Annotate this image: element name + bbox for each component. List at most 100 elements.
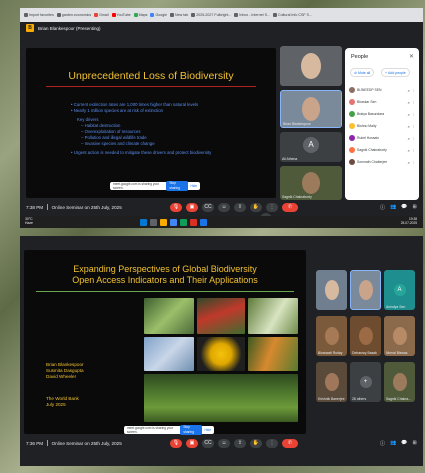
participant-tile[interactable] <box>316 270 347 310</box>
hide-button[interactable]: Hide <box>204 428 211 432</box>
chat-icon[interactable]: 💬 <box>401 440 407 447</box>
avatar <box>349 123 355 129</box>
more-options-icon[interactable]: ⌕ ⋮ <box>408 124 415 129</box>
captions-icon[interactable]: CC <box>202 439 214 448</box>
more-options-icon[interactable]: ⌕ ⋮ <box>408 112 415 117</box>
people-icon[interactable]: 👥 <box>390 204 396 211</box>
mic-off-icon[interactable]: 🎙 <box>170 439 182 448</box>
mic-off-icon: ⊘ <box>354 70 357 75</box>
chat-icon[interactable]: 💬 <box>401 204 407 211</box>
raise-hand-icon[interactable]: ✋ <box>250 203 262 212</box>
more-options-icon[interactable]: ⋮ <box>266 203 278 212</box>
bookmark[interactable]: garden.economics <box>56 13 91 17</box>
participant-name: Bhaswati Roday <box>318 351 343 355</box>
weather-widget[interactable]: 30°C Haze <box>25 217 33 226</box>
info-icon[interactable]: ⓘ <box>380 204 385 211</box>
mic-off-icon[interactable]: 🎙 <box>170 203 182 212</box>
bookmark[interactable]: Gmail <box>94 13 109 17</box>
emoji-icon[interactable]: ☺ <box>218 439 230 448</box>
participant-tile-presenter[interactable] <box>350 270 381 310</box>
participant-tile[interactable]: Sagnik Chakra... <box>384 362 415 402</box>
end-call-button[interactable]: ✆ <box>282 439 298 448</box>
meet-header: B Brian Blankespoor (Presenting) <box>20 22 423 34</box>
more-options-icon[interactable]: ⌕ ⋮ <box>408 100 415 105</box>
end-call-button[interactable]: ✆ <box>282 203 298 212</box>
bookmark[interactable]: Google <box>150 13 167 17</box>
captions-icon[interactable]: CC <box>202 203 214 212</box>
author-list: Brian Blankespoor Susmita Dasgupta David… <box>46 362 84 380</box>
participant-tile-presenter[interactable]: Brian Blankespoor <box>280 90 342 128</box>
app-icon[interactable] <box>190 218 197 226</box>
participant-row[interactable]: Somnath Chatterjee ⌕ ⋮ <box>349 156 415 168</box>
participant-tile[interactable]: Bhaswati Roday <box>316 316 347 356</box>
bookmark[interactable]: YouTube <box>111 13 131 17</box>
bookmark[interactable]: New tab <box>170 13 188 17</box>
participant-tile[interactable]: Debasray Basak <box>350 316 381 356</box>
emoji-icon[interactable]: ☺ <box>218 203 230 212</box>
system-clock[interactable]: 19:38 25-07-2025 <box>400 217 417 226</box>
participant-row[interactable]: Bratya Basundara ⌕ ⋮ <box>349 108 415 120</box>
participant-tile[interactable]: A Anindya Sen <box>384 270 415 310</box>
bookmark[interactable]: Cultural Info CSF S... <box>272 13 312 17</box>
raise-hand-icon[interactable]: ✋ <box>250 439 262 448</box>
info-icon[interactable]: ⓘ <box>380 440 385 447</box>
more-options-icon[interactable]: ⋮ <box>266 439 278 448</box>
participant-video <box>324 327 339 345</box>
present-icon[interactable]: ⇪ <box>234 203 246 212</box>
participant-tile[interactable]: Sagnik Chakraborty <box>280 166 342 200</box>
participant-name: Bhaskar Sen <box>357 100 377 104</box>
more-options-icon[interactable]: ⌕ ⋮ <box>408 148 415 153</box>
camera-off-icon[interactable]: ▣ <box>186 203 198 212</box>
activities-icon[interactable]: ⊞ <box>412 204 416 211</box>
frog-photo <box>197 337 245 371</box>
participant-tile-others[interactable]: + 28 others <box>350 362 381 402</box>
folder-icon[interactable] <box>160 218 167 226</box>
screenshot-top: Import favorites garden.economics Gmail … <box>20 8 423 228</box>
fish-photo <box>144 337 194 371</box>
participant-tile[interactable]: Krishnik Banerjee <box>316 362 347 402</box>
stop-sharing-button[interactable]: Stop sharing <box>166 181 189 191</box>
bookmark[interactable]: Maps <box>133 13 147 17</box>
participant-tile[interactable]: A Ali Athena <box>280 132 342 162</box>
present-icon[interactable]: ⇪ <box>234 439 246 448</box>
hide-button[interactable]: Hide <box>190 184 197 188</box>
search-icon[interactable] <box>150 218 157 226</box>
screen-share-bar: meet.google.com is sharing your screen. … <box>124 425 214 435</box>
slide-divider <box>36 291 294 292</box>
app-icon[interactable] <box>180 218 187 226</box>
meeting-title: Brian Blankespoor (Presenting) <box>38 25 101 31</box>
more-options-icon[interactable]: ⌕ ⋮ <box>408 88 415 93</box>
participant-row[interactable]: Sagnik Chakraborty ⌕ ⋮ <box>349 144 415 156</box>
participant-tile[interactable]: Nirmal Biswas <box>384 316 415 356</box>
app-icon[interactable] <box>200 218 207 226</box>
screen-share-bar: meet.google.com is sharing your screen. … <box>110 181 200 191</box>
participant-tile[interactable] <box>280 46 342 86</box>
call-controls: 🎙 ▣ CC ☺ ⇪ ✋ ⋮ ✆ <box>170 203 298 212</box>
avatar <box>349 147 355 153</box>
participant-video <box>301 53 321 79</box>
mute-all-button[interactable]: ⊘ Mute all <box>350 68 375 77</box>
participant-row[interactable]: Rubel Hossain ⌕ ⋮ <box>349 132 415 144</box>
side-controls: ⓘ 👥 💬 ⊞ <box>380 204 417 211</box>
more-options-icon[interactable]: ⌕ ⋮ <box>408 160 415 165</box>
people-icon[interactable]: 👥 <box>390 440 396 447</box>
participant-row[interactable]: BIJNEEDP SEN ⌕ ⋮ <box>349 84 415 96</box>
bookmark[interactable]: Inbox - Internet S... <box>234 13 270 17</box>
add-people-button[interactable]: + Add people <box>381 68 410 77</box>
participant-row[interactable]: Bhaskar Sen ⌕ ⋮ <box>349 96 415 108</box>
clock-date: 25-07-2025 <box>400 221 417 225</box>
bookmark[interactable]: 2025-2027 Fulbright... <box>191 13 231 17</box>
slide-divider <box>46 86 256 87</box>
close-icon[interactable]: ✕ <box>409 53 414 60</box>
chrome-icon[interactable] <box>170 218 177 226</box>
participant-row[interactable]: Bishnu Maity ⌕ ⋮ <box>349 120 415 132</box>
camera-off-icon[interactable]: ▣ <box>186 439 198 448</box>
start-icon[interactable] <box>140 218 147 226</box>
separator <box>47 440 48 446</box>
bookmark[interactable]: Import favorites <box>24 13 54 17</box>
participant-video <box>392 373 407 391</box>
participant-name: Krishnik Banerjee <box>318 397 345 401</box>
more-options-icon[interactable]: ⌕ ⋮ <box>408 136 415 141</box>
participant-name: BIJNEEDP SEN <box>357 88 382 92</box>
activities-icon[interactable]: ⊞ <box>412 440 416 447</box>
